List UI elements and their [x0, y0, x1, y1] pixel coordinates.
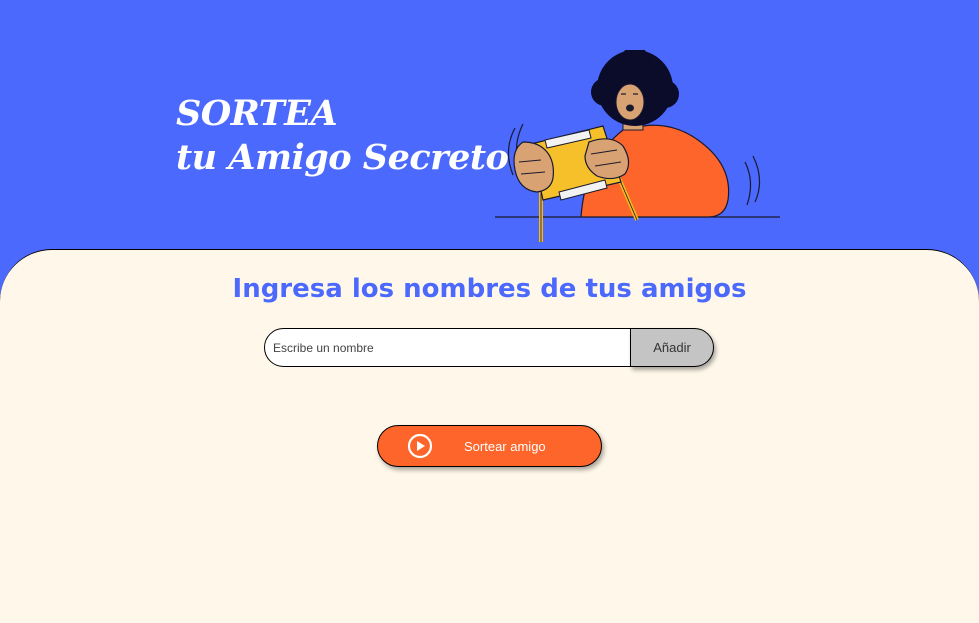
draw-friend-button[interactable]: Sortear amigo — [377, 425, 602, 467]
main-panel: Ingresa los nombres de tus amigos Añadir… — [0, 249, 979, 623]
friend-name-input[interactable] — [264, 328, 631, 367]
play-circle-icon — [407, 433, 433, 459]
title-line-1: SORTEA — [176, 93, 338, 134]
title-line-2: tu Amigo Secreto — [176, 137, 509, 178]
page-title: SORTEA tu Amigo Secreto — [176, 92, 509, 180]
person-holding-gift-illustration — [495, 50, 780, 242]
add-button[interactable]: Añadir — [630, 328, 714, 367]
header-banner: SORTEA tu Amigo Secreto — [0, 0, 979, 260]
draw-button-label: Sortear amigo — [464, 439, 546, 454]
section-title: Ingresa los nombres de tus amigos — [232, 274, 747, 304]
add-friend-form: Añadir — [264, 328, 714, 368]
